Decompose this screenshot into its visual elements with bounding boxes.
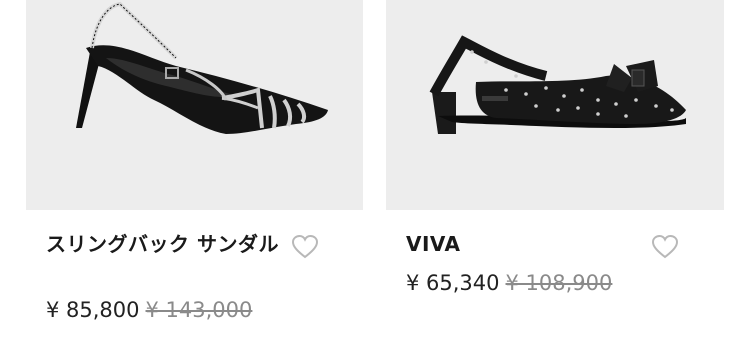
viva-slingback-illustration — [429, 35, 686, 134]
original-price: ¥ 143,000 — [145, 298, 253, 322]
product-title[interactable]: VIVA — [406, 230, 461, 258]
product-image[interactable] — [386, 0, 724, 210]
product-title[interactable]: スリングバック サンダル — [46, 230, 296, 258]
original-price: ¥ 108,900 — [505, 271, 613, 295]
sale-price: ¥ 65,340 — [406, 271, 500, 295]
price-block: ¥ 65,340 ¥ 108,900 — [406, 269, 612, 297]
favorite-heart-icon[interactable] — [291, 234, 319, 260]
product-card[interactable]: スリングバック サンダル ¥ 85,800 ¥ 143,000 — [26, 0, 363, 322]
sale-price: ¥ 85,800 — [46, 298, 140, 322]
product-image[interactable] — [26, 0, 363, 210]
slingback-sandal-illustration — [76, 1, 328, 134]
favorite-heart-icon[interactable] — [651, 234, 679, 260]
product-card[interactable]: VIVA ¥ 65,340 ¥ 108,900 — [386, 0, 724, 295]
price-block: ¥ 85,800 ¥ 143,000 — [46, 296, 252, 324]
